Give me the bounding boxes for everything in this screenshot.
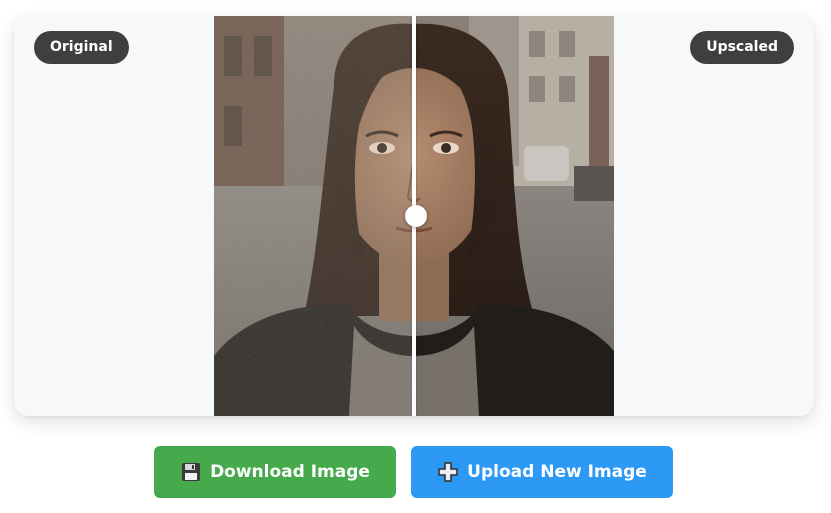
download-button-label: Download Image — [210, 462, 370, 482]
comparison-viewer[interactable]: Original Upscaled — [14, 16, 814, 416]
action-bar: Download Image Upload New Image — [0, 446, 831, 498]
slider-handle[interactable] — [405, 205, 427, 227]
upload-button[interactable]: Upload New Image — [411, 446, 673, 498]
plus-icon — [437, 461, 459, 483]
download-button[interactable]: Download Image — [154, 446, 396, 498]
upscaled-label: Upscaled — [690, 31, 794, 64]
floppy-disk-icon — [180, 461, 202, 483]
original-label: Original — [34, 31, 129, 64]
upload-button-label: Upload New Image — [467, 462, 647, 482]
